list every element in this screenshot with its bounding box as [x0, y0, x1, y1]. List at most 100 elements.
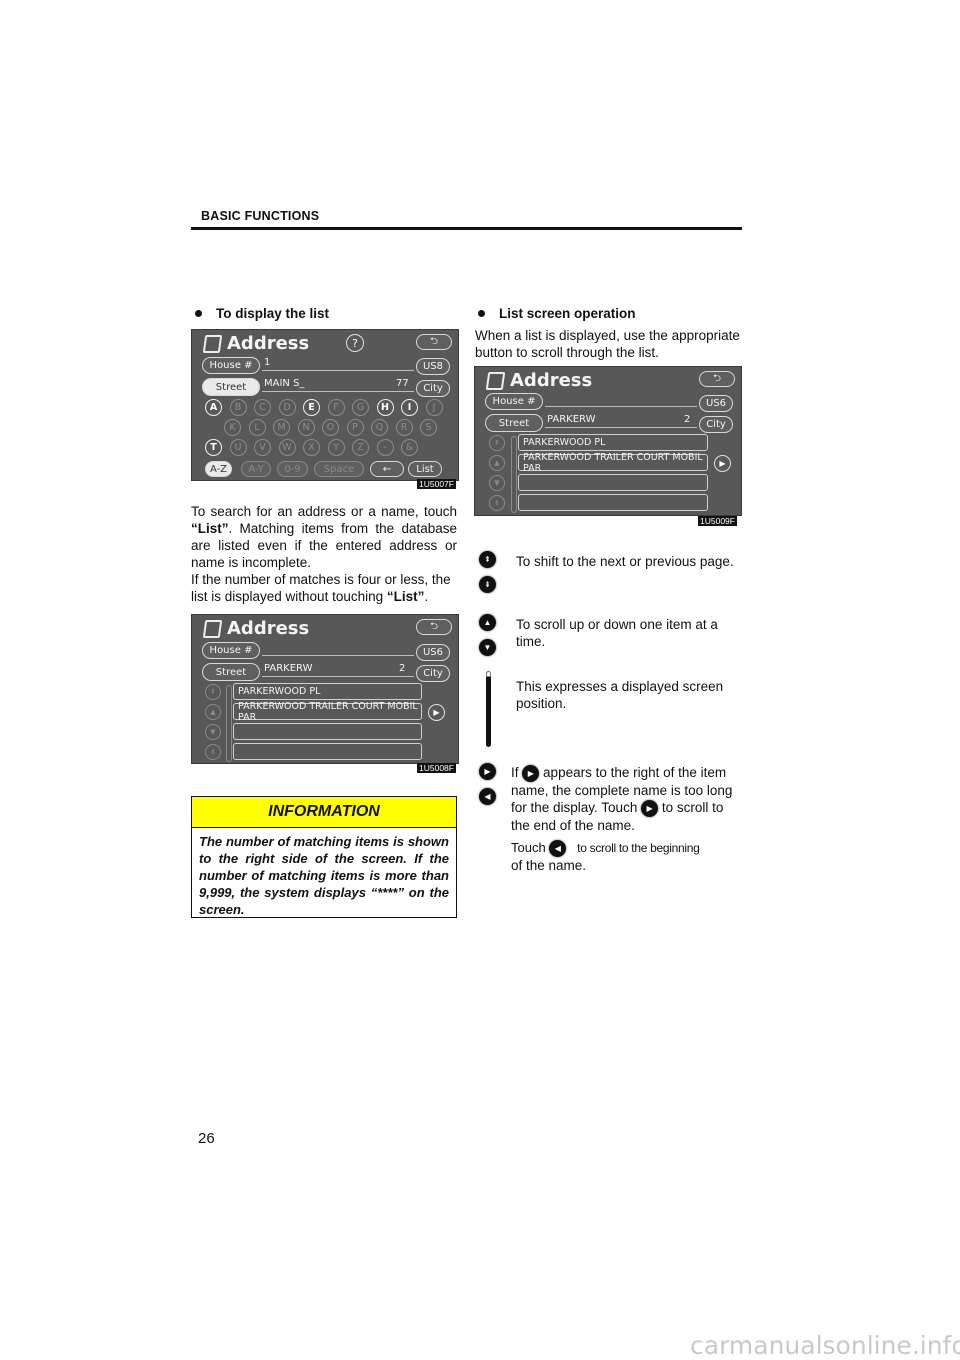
scroll-up-button[interactable]: ▲ — [489, 455, 505, 471]
scroll-name-right-button[interactable]: ▶ — [714, 455, 731, 472]
numbers-button[interactable]: 0-9 — [277, 461, 308, 477]
key-d[interactable]: D — [278, 399, 296, 416]
house-field-line — [262, 655, 414, 656]
key-i[interactable]: I — [401, 399, 418, 416]
key-m[interactable]: M — [273, 419, 290, 436]
street-button[interactable]: Street — [202, 378, 260, 396]
key-c[interactable]: C — [254, 399, 271, 416]
az-button[interactable]: A-Z — [205, 461, 232, 477]
key-j[interactable]: J — [425, 399, 443, 416]
backspace-button[interactable]: ← — [370, 461, 404, 477]
scroll-position-bar[interactable] — [511, 436, 517, 513]
key-b[interactable]: B — [229, 399, 247, 416]
city-button[interactable]: City — [416, 380, 450, 397]
page-down-button[interactable]: ⇟ — [489, 495, 505, 511]
page-up-button[interactable]: ⇞ — [205, 684, 221, 700]
scroll-left-icon: ◀ — [479, 788, 496, 805]
street-input[interactable]: MAIN S_ — [264, 378, 304, 389]
key-v[interactable]: V — [254, 439, 271, 456]
house-number-button[interactable]: House # — [202, 642, 260, 659]
key-t[interactable]: T — [205, 439, 222, 456]
key-s[interactable]: S — [420, 419, 437, 436]
information-title: INFORMATION — [192, 797, 456, 828]
address-book-icon — [202, 334, 223, 353]
key-g[interactable]: G — [352, 399, 369, 416]
key-ampersand[interactable]: & — [401, 439, 418, 456]
ay-button[interactable]: A-Y — [241, 461, 271, 477]
key-o[interactable]: O — [322, 419, 339, 436]
information-box: INFORMATION The number of matching items… — [191, 796, 457, 918]
bullet-icon — [478, 310, 485, 317]
key-l[interactable]: L — [248, 419, 266, 436]
key-n[interactable]: N — [297, 419, 315, 436]
list-item[interactable] — [233, 723, 422, 740]
city-button[interactable]: City — [699, 416, 733, 433]
state-button[interactable]: US6 — [699, 395, 733, 412]
list-item[interactable] — [233, 743, 422, 760]
back-button[interactable]: ⮌ — [699, 371, 735, 387]
list-button[interactable]: List — [408, 461, 442, 477]
back-button[interactable]: ⮌ — [416, 334, 452, 350]
street-input[interactable]: PARKERW — [264, 663, 313, 674]
key-u[interactable]: U — [229, 439, 247, 456]
scroll-up-icon: ▲ — [479, 614, 496, 631]
key-k[interactable]: K — [224, 419, 241, 436]
street-button[interactable]: Street — [202, 663, 260, 681]
scroll-up-button[interactable]: ▲ — [205, 704, 221, 720]
key-p[interactable]: P — [346, 419, 364, 436]
help-button[interactable]: ? — [346, 334, 364, 352]
back-button[interactable]: ⮌ — [416, 619, 452, 635]
key-y[interactable]: Y — [327, 439, 345, 456]
list-item[interactable]: PARKERWOOD TRAILER COURT MOBIL PAR — [233, 701, 422, 723]
street-input[interactable]: PARKERW — [547, 414, 596, 425]
address-book-icon — [485, 371, 506, 390]
scroll-down-icon: ▼ — [479, 639, 496, 656]
key-h[interactable]: H — [376, 399, 394, 416]
scroll-name-right-button[interactable]: ▶ — [428, 704, 445, 721]
key-a[interactable]: A — [205, 399, 222, 416]
house-number-button[interactable]: House # — [485, 393, 543, 410]
scroll-right-icon: ▶ — [641, 799, 659, 817]
bullet-icon — [195, 310, 202, 317]
match-count: 77 — [396, 378, 409, 389]
list-item[interactable] — [518, 494, 708, 511]
paragraph-auto-list: If the number of matches is four or less… — [191, 572, 451, 604]
watermark: carmanualsonline.info — [690, 1331, 960, 1360]
heading-text: List screen operation — [499, 306, 636, 321]
legend-position-bar: This expresses a displayed screen positi… — [516, 679, 724, 711]
address-book-icon — [202, 619, 223, 638]
list-item[interactable]: PARKERWOOD PL — [518, 434, 708, 451]
key-dash[interactable]: - — [376, 439, 394, 456]
city-button[interactable]: City — [416, 665, 450, 682]
house-number-button[interactable]: House # — [202, 357, 260, 374]
list-item[interactable]: PARKERWOOD PL — [233, 683, 422, 700]
street-button[interactable]: Street — [485, 414, 543, 432]
street-field-line — [262, 676, 414, 677]
list-item[interactable] — [518, 474, 708, 491]
page-up-button[interactable]: ⇞ — [489, 435, 505, 451]
scroll-position-bar[interactable] — [226, 685, 232, 762]
key-x[interactable]: X — [303, 439, 320, 456]
key-z[interactable]: Z — [352, 439, 369, 456]
image-code: 1U5008F — [417, 763, 456, 773]
space-button[interactable]: Space — [314, 461, 364, 477]
screen-title: Address — [485, 370, 592, 391]
scroll-down-button[interactable]: ▼ — [489, 475, 505, 491]
image-code: 1U5007F — [417, 479, 456, 489]
key-w[interactable]: W — [278, 439, 296, 456]
page-down-button[interactable]: ⇟ — [205, 744, 221, 760]
key-r[interactable]: R — [395, 419, 413, 436]
state-button[interactable]: US8 — [416, 358, 450, 375]
key-e[interactable]: E — [303, 399, 320, 416]
scroll-down-button[interactable]: ▼ — [205, 724, 221, 740]
page-number: 26 — [198, 1130, 215, 1147]
key-q[interactable]: Q — [371, 419, 388, 436]
page-up-icon: ⇞ — [479, 551, 496, 568]
key-f[interactable]: F — [327, 399, 345, 416]
match-count: 2 — [399, 663, 406, 674]
legend-item-scroll: To scroll up or down one item at a time. — [516, 617, 718, 649]
list-item[interactable]: PARKERWOOD TRAILER COURT MOBIL PAR — [518, 452, 708, 474]
state-button[interactable]: US6 — [416, 644, 450, 661]
header-divider — [191, 227, 742, 230]
screenshot-address-list-2: Address ⮌ House # US6 Street PARKERW 2 C… — [474, 366, 742, 516]
